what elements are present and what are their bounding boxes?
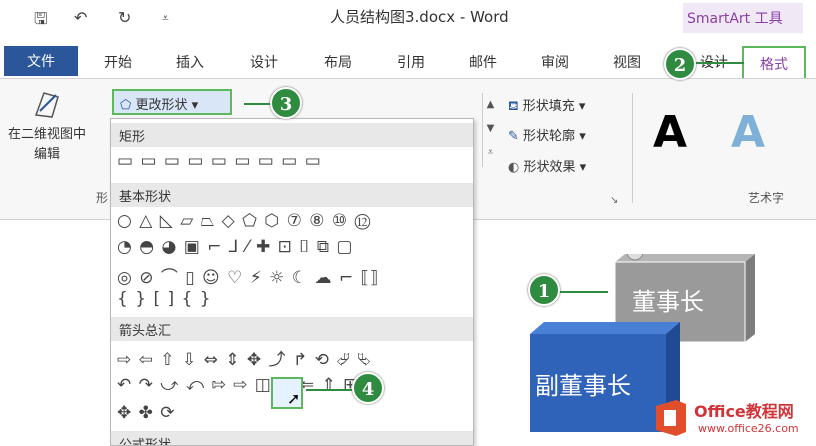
- arrows-row-2[interactable]: ↶ ↷ ⤻ ⤺ ⇰ ⇨ ◫ ⇒ ⇐ ⇑ ⊞ ⊟: [117, 375, 380, 395]
- tab-file[interactable]: 文件: [4, 46, 78, 76]
- title-bar: 🖫 ↶ ↻ ⩡ 人员结构图3.docx - Word SmartArt 工具: [0, 0, 816, 34]
- wordart-styles-group: A A: [632, 93, 816, 203]
- tab-design[interactable]: 设计: [250, 52, 278, 72]
- wordart-style-black[interactable]: A: [653, 107, 687, 158]
- category-equation-shapes: 公式形状: [111, 431, 473, 445]
- change-shape-icon: ⬠: [120, 98, 132, 113]
- tab-mailings[interactable]: 邮件: [469, 52, 497, 72]
- customize-icon[interactable]: ⩡: [162, 11, 169, 26]
- effects-icon: ◐: [508, 160, 520, 175]
- window-title: 人员结构图3.docx - Word: [330, 8, 509, 26]
- arrows-row-3[interactable]: ✥ ✤ ⟳: [117, 403, 176, 423]
- shape-outline-button[interactable]: ✎ 形状轮廓 ▾: [508, 125, 586, 144]
- shape-effects-label: 形状效果: [523, 160, 576, 175]
- basic-shapes-row-4[interactable]: { } [ ] { }: [117, 289, 212, 309]
- category-rectangles: 矩形: [111, 123, 473, 147]
- tab-home[interactable]: 开始: [104, 52, 132, 72]
- chairman-label: 董事长: [632, 288, 704, 316]
- dialog-launcher-icon[interactable]: ↘: [610, 195, 618, 206]
- change-shape-label: 更改形状: [135, 98, 188, 113]
- tab-references[interactable]: 引用: [397, 52, 425, 72]
- tab-review[interactable]: 审阅: [541, 52, 569, 72]
- tab-format[interactable]: 格式: [742, 46, 806, 80]
- selected-shape-folded-corner[interactable]: ➚: [271, 377, 303, 409]
- save-icon[interactable]: 🖫: [34, 8, 48, 35]
- smartart-tools-label: SmartArt 工具: [683, 3, 803, 33]
- rectangles-row[interactable]: ▭ ▭ ▭ ▭ ▭ ▭ ▭ ▭ ▭: [117, 151, 322, 171]
- callout-1: 1: [528, 274, 560, 306]
- gallery-scroll[interactable]: ▲ ▼ ⩡: [482, 93, 498, 167]
- redo-icon[interactable]: ↻: [118, 8, 131, 27]
- shapes-group-label: 形: [96, 191, 109, 205]
- office-logo-icon: [656, 400, 686, 436]
- basic-shapes-row-1[interactable]: ○ △ ◺ ▱ ⏢ ◇ ⬠ ⬡ ⑦ ⑧ ⑩ ⑫: [117, 211, 371, 231]
- callout-1-line: [556, 291, 608, 293]
- edit-2d-label-line2: 编辑: [33, 147, 60, 162]
- wordart-group-label: 艺术字: [748, 191, 785, 205]
- shape-fill-label: 形状填充: [522, 99, 575, 114]
- scroll-down-icon[interactable]: ▼: [483, 117, 498, 141]
- edit-2d-label-line1: 在二维视图中: [8, 127, 87, 142]
- callout-4-line: [306, 389, 354, 391]
- basic-shapes-row-2[interactable]: ◔ ◓ ◕ ▣ ⌐ ⅃ ⁄ ✚ ⊡ ⌷ ⧉ ▢: [117, 237, 353, 257]
- vice-chairman-label: 副董事长: [535, 372, 631, 400]
- logo-url: www.office26.com: [698, 422, 799, 435]
- callout-2-line: [692, 62, 744, 64]
- expand-gallery-icon[interactable]: ⩡: [483, 141, 498, 165]
- edit-2d-icon: [34, 92, 59, 118]
- callout-2: 2: [664, 48, 696, 80]
- tab-layout[interactable]: 布局: [324, 52, 352, 72]
- office-logo: Office教程网 www.office26.com: [652, 398, 812, 442]
- scroll-up-icon[interactable]: ▲: [483, 93, 498, 117]
- arrows-row-1[interactable]: ⇨ ⇦ ⇧ ⇩ ⇔ ⇕ ✥ ⤴ ↱ ⟲ ⮰ ⮱: [117, 345, 372, 370]
- shape-effects-button[interactable]: ◐ 形状效果 ▾: [508, 156, 586, 175]
- cursor-icon: ➚: [287, 389, 301, 408]
- change-shape-button[interactable]: ⬠ 更改形状 ▾: [112, 89, 232, 115]
- pen-icon: ✎: [508, 129, 519, 144]
- paint-bucket-icon: ⛾: [508, 99, 519, 114]
- wordart-style-blue[interactable]: A: [731, 107, 765, 158]
- undo-icon[interactable]: ↶: [74, 8, 87, 27]
- callout-4: 4: [352, 372, 384, 404]
- shape-outline-label: 形状轮廓: [523, 129, 576, 144]
- logo-text: Office教程网: [694, 402, 794, 421]
- shape-fill-button[interactable]: ⛾ 形状填充 ▾: [508, 95, 585, 116]
- category-block-arrows: 箭头总汇: [111, 317, 473, 341]
- callout-3: 3: [270, 87, 302, 119]
- change-shape-dropdown: 矩形 ▭ ▭ ▭ ▭ ▭ ▭ ▭ ▭ ▭ 基本形状 ○ △ ◺ ▱ ⏢ ◇ ⬠ …: [110, 118, 474, 446]
- edit-in-2d-button[interactable]: 在二维视图中 编辑: [8, 87, 86, 165]
- tab-insert[interactable]: 插入: [176, 52, 204, 72]
- tab-view[interactable]: 视图: [613, 52, 641, 72]
- category-basic-shapes: 基本形状: [111, 183, 473, 207]
- basic-shapes-row-3[interactable]: ◎ ⊘ ⌒ ▯ ☺ ♡ ⚡ ☼ ☾ ☁ ⌐ ⟦⟧: [117, 263, 379, 288]
